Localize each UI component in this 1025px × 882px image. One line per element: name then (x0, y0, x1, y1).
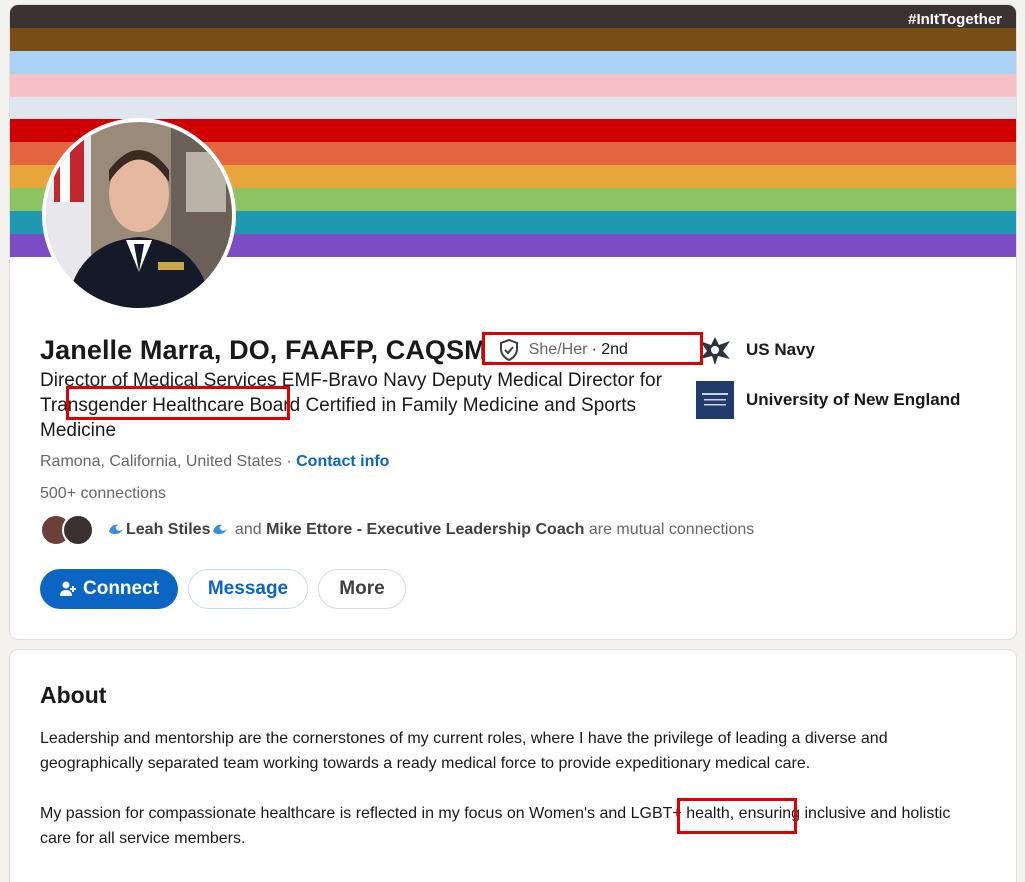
banner-stripe (10, 5, 1016, 28)
about-p2-pre: My passion for compassionate healthcare … (40, 805, 631, 822)
profile-card: #InItTogether Janelle Marra, DO, FAAFP, … (10, 5, 1016, 639)
pronouns: She/Her (528, 341, 588, 358)
headline-part1: Director of Medical Services EMF-Bravo N… (40, 370, 662, 391)
mutual-name-1: Leah Stiles (126, 521, 211, 538)
about-paragraph-2: My passion for compassionate healthcare … (40, 801, 980, 851)
profile-name: Janelle Marra, DO, FAAFP, CAQSM (40, 334, 487, 365)
location-row: Ramona, California, United States · Cont… (40, 453, 389, 471)
about-p2-highlight: LGBT+ health, (630, 805, 735, 822)
location-separator: · (281, 453, 297, 470)
banner-stripe (10, 50, 1016, 74)
banner-stripe (10, 96, 1016, 120)
org-name: University of New England (746, 390, 961, 409)
une-logo-icon (696, 381, 734, 419)
about-text: Leadership and mentorship are the corner… (40, 726, 980, 876)
profile-photo[interactable] (42, 118, 236, 312)
about-paragraph-1: Leadership and mentorship are the corner… (40, 730, 888, 772)
wave-emoji-icon (212, 521, 228, 540)
more-button[interactable]: More (318, 569, 406, 609)
about-title: About (40, 682, 107, 708)
contact-info-link[interactable]: Contact info (296, 453, 389, 470)
location: Ramona, California, United States (40, 453, 282, 470)
mutual-suffix: are mutual connections (584, 521, 755, 538)
org-item[interactable]: US Navy (696, 330, 960, 370)
mutual-connections[interactable]: Leah Stiles and Mike Ettore - Executive … (40, 512, 754, 548)
wave-emoji-icon (108, 521, 124, 540)
about-card: About Leadership and mentorship are the … (10, 650, 1016, 882)
profile-photo-image (46, 122, 232, 308)
add-person-icon (59, 580, 77, 598)
connection-degree: · 2nd (591, 341, 628, 358)
connect-label: Connect (83, 578, 159, 599)
connections-count[interactable]: 500+ connections (40, 485, 166, 503)
verified-shield-icon[interactable] (497, 338, 521, 362)
message-button[interactable]: Message (188, 569, 308, 609)
banner-stripe (10, 73, 1016, 97)
mutual-avatars (40, 512, 100, 548)
banner-stripe (10, 27, 1016, 51)
name-row: Janelle Marra, DO, FAAFP, CAQSM She/Her … (40, 330, 628, 370)
mutual-name-2: Mike Ettore - Executive Leadership Coach (266, 521, 585, 538)
headline-highlight: Transgender Healthcare (40, 395, 245, 416)
org-name: US Navy (746, 340, 815, 359)
profile-actions: Connect Message More (40, 569, 406, 609)
connect-button[interactable]: Connect (40, 569, 178, 609)
mutual-and: and (230, 521, 267, 538)
org-item[interactable]: University of New England (696, 380, 960, 420)
eagle-emblem-icon (696, 331, 734, 369)
organizations: US Navy University of New England (696, 330, 960, 430)
banner-hashtag: #InItTogether (908, 11, 1002, 28)
avatar (62, 514, 94, 546)
profile-headline: Director of Medical Services EMF-Bravo N… (40, 368, 680, 443)
